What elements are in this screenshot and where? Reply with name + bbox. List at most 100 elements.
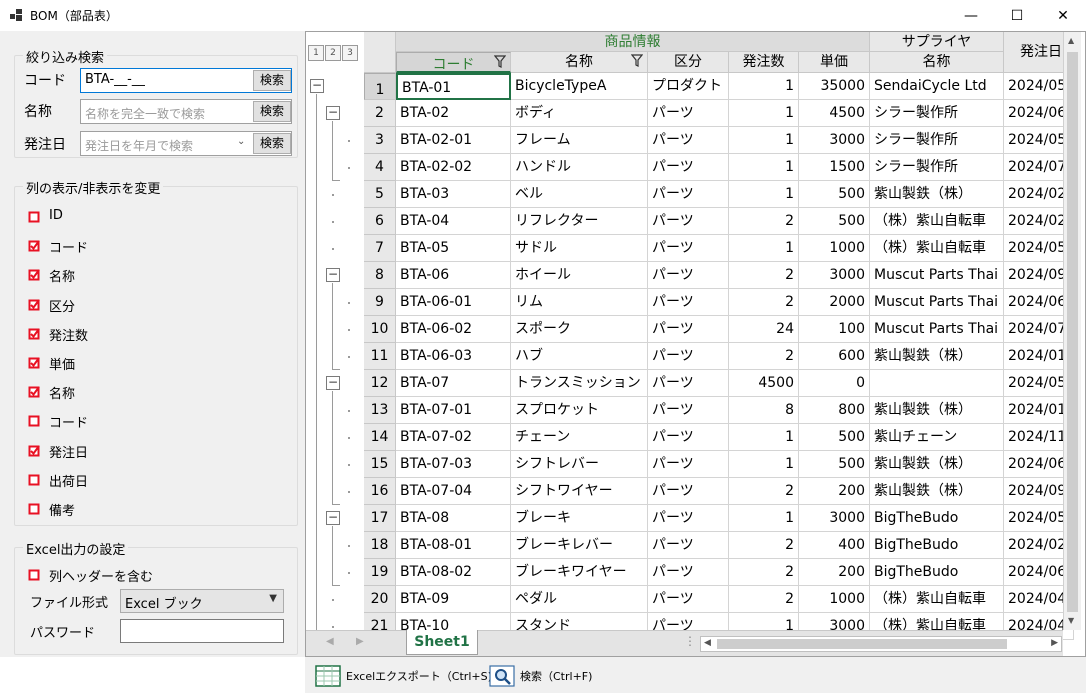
cell-name[interactable]: リフレクター [511, 208, 648, 235]
cell-code[interactable]: BTA-06-02 [396, 316, 511, 343]
cell-qty[interactable]: 1 [729, 73, 799, 100]
filter-icon[interactable] [630, 54, 644, 72]
cell-kind[interactable]: パーツ [648, 127, 729, 154]
cell-price[interactable]: 0 [799, 370, 870, 397]
cell-price[interactable]: 1000 [799, 235, 870, 262]
column-checkbox[interactable] [28, 474, 40, 486]
cell-code[interactable]: BTA-08-01 [396, 532, 511, 559]
cell-qty[interactable]: 2 [729, 559, 799, 586]
cell-qty[interactable]: 1 [729, 451, 799, 478]
cell-kind[interactable]: パーツ [648, 586, 729, 613]
row-header[interactable]: 14 [364, 424, 396, 451]
column-checkbox[interactable] [28, 299, 40, 311]
cell-supplier[interactable]: BigTheBudo [870, 505, 1004, 532]
cell-name[interactable]: BicycleTypeA [511, 73, 648, 100]
excel-export-button[interactable]: Excelエクスポート（Ctrl+S) [315, 663, 492, 689]
cell-code[interactable]: BTA-06-01 [396, 289, 511, 316]
cell-price[interactable]: 3000 [799, 505, 870, 532]
cell-code[interactable]: BTA-08-02 [396, 559, 511, 586]
header-order-date[interactable]: 発注日 [1004, 32, 1064, 73]
column-checkbox[interactable] [28, 211, 40, 223]
collapse-icon[interactable]: − [326, 511, 340, 525]
scroll-up-icon[interactable]: ▲ [1068, 36, 1074, 45]
date-search-button[interactable]: 検索 [253, 133, 291, 154]
cell-code[interactable]: BTA-07-04 [396, 478, 511, 505]
include-header-checkbox[interactable] [28, 569, 40, 581]
splitter-icon[interactable]: ⋮ [684, 634, 696, 648]
cell-supplier[interactable]: シラー製作所 [870, 154, 1004, 181]
cell-name[interactable]: ホイール [511, 262, 648, 289]
cell-name[interactable]: チェーン [511, 424, 648, 451]
cell-supplier[interactable]: （株）紫山自転車 [870, 235, 1004, 262]
row-header[interactable]: 8 [364, 262, 396, 289]
column-checkbox[interactable] [28, 357, 40, 369]
cell-kind[interactable]: パーツ [648, 181, 729, 208]
row-header[interactable]: 16 [364, 478, 396, 505]
cell-name[interactable]: トランスミッション [511, 370, 648, 397]
cell-code[interactable]: BTA-05 [396, 235, 511, 262]
vertical-scrollbar[interactable]: ▲ ▼ [1063, 32, 1081, 630]
row-header[interactable]: 18 [364, 532, 396, 559]
cell-kind[interactable]: パーツ [648, 343, 729, 370]
header-price[interactable]: 単価 [799, 52, 870, 73]
collapse-icon[interactable]: − [326, 268, 340, 282]
close-button[interactable]: ✕ [1040, 0, 1086, 31]
cell-price[interactable]: 600 [799, 343, 870, 370]
cell-price[interactable]: 500 [799, 451, 870, 478]
chevron-down-icon[interactable]: ⌄ [237, 136, 245, 147]
cell-name[interactable]: ハブ [511, 343, 648, 370]
row-header[interactable]: 10 [364, 316, 396, 343]
cell-name[interactable]: シフトレバー [511, 451, 648, 478]
row-header[interactable]: 20 [364, 586, 396, 613]
cell-kind[interactable]: パーツ [648, 478, 729, 505]
header-qty[interactable]: 発注数 [729, 52, 799, 73]
cell-supplier[interactable]: 紫山製鉄（株） [870, 478, 1004, 505]
cell-supplier[interactable]: 紫山製鉄（株） [870, 451, 1004, 478]
cell-supplier[interactable]: BigTheBudo [870, 559, 1004, 586]
cell-qty[interactable]: 1 [729, 100, 799, 127]
header-name[interactable]: 名称 [511, 52, 648, 73]
outline-level-3-button[interactable]: 3 [342, 45, 358, 61]
collapse-icon[interactable]: − [326, 376, 340, 390]
cell-price[interactable]: 800 [799, 397, 870, 424]
search-button[interactable]: 検索（Ctrl+F) [489, 663, 609, 689]
cell-supplier[interactable]: BigTheBudo [870, 532, 1004, 559]
cell-name[interactable]: ハンドル [511, 154, 648, 181]
cell-code[interactable]: BTA-03 [396, 181, 511, 208]
cell-supplier[interactable]: （株）紫山自転車 [870, 208, 1004, 235]
cell-name[interactable]: ボディ [511, 100, 648, 127]
row-header[interactable]: 2 [364, 100, 396, 127]
cell-code[interactable]: BTA-04 [396, 208, 511, 235]
password-input[interactable] [120, 619, 284, 643]
cell-code[interactable]: BTA-07-03 [396, 451, 511, 478]
row-header[interactable]: 1 [364, 73, 396, 100]
row-header[interactable]: 3 [364, 127, 396, 154]
row-header[interactable]: 6 [364, 208, 396, 235]
scroll-down-icon[interactable]: ▼ [1068, 616, 1074, 625]
cell-name[interactable]: ベル [511, 181, 648, 208]
row-header[interactable]: 11 [364, 343, 396, 370]
cell-name[interactable]: シフトワイヤー [511, 478, 648, 505]
cell-supplier[interactable]: Muscut Parts Thai [870, 289, 1004, 316]
cell-qty[interactable]: 24 [729, 316, 799, 343]
cell-name[interactable]: ブレーキレバー [511, 532, 648, 559]
cell-code[interactable]: BTA-06 [396, 262, 511, 289]
scroll-left-icon[interactable]: ◀ [704, 638, 711, 648]
maximize-button[interactable]: ☐ [994, 0, 1040, 31]
cell-kind[interactable]: パーツ [648, 316, 729, 343]
cell-qty[interactable]: 2 [729, 343, 799, 370]
cell-qty[interactable]: 2 [729, 208, 799, 235]
tab-scroll-right-icon[interactable]: ▶ [356, 636, 364, 647]
cell-price[interactable]: 4500 [799, 100, 870, 127]
row-header[interactable]: 17 [364, 505, 396, 532]
file-format-select[interactable]: Excel ブック ▼ [120, 589, 284, 613]
cell-supplier[interactable]: シラー製作所 [870, 100, 1004, 127]
cell-kind[interactable]: パーツ [648, 424, 729, 451]
cell-kind[interactable]: パーツ [648, 505, 729, 532]
cell-qty[interactable]: 2 [729, 532, 799, 559]
cell-kind[interactable]: パーツ [648, 532, 729, 559]
cell-price[interactable]: 200 [799, 478, 870, 505]
row-header[interactable]: 7 [364, 235, 396, 262]
collapse-icon[interactable]: − [326, 106, 340, 120]
cell-name[interactable]: リム [511, 289, 648, 316]
